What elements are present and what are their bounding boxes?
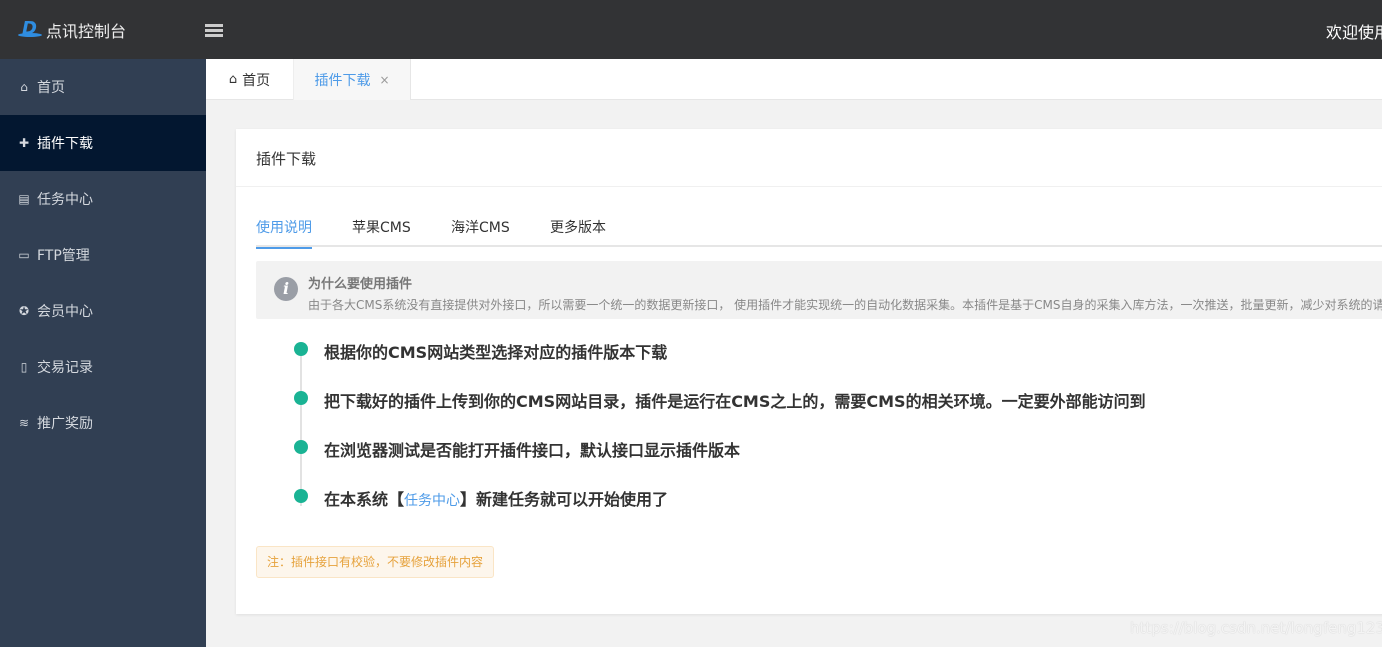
brand-logo[interactable]: 点讯控制台 [18, 18, 126, 42]
task-center-link[interactable]: 任务中心 [404, 493, 460, 509]
info-text: 由于各大CMS系统没有直接提供对外接口，所以需要一个统一的数据更新接口， 使用插… [308, 298, 1382, 312]
close-icon[interactable]: × [379, 73, 389, 87]
warning-note: 注：插件接口有校验，不要修改插件内容 [256, 546, 495, 578]
step-dot [294, 440, 308, 454]
steps-timeline: 根据你的CMS网站类型选择对应的插件版本下载 把下载好的插件上传到你的CMS网站… [292, 339, 1146, 535]
step-dot [294, 391, 308, 405]
step-item: 把下载好的插件上传到你的CMS网站目录，插件是运行在CMS之上的，需要CMS的相… [292, 388, 1146, 437]
step-dot [294, 489, 308, 503]
plugin-card: 插件下载 使用说明 苹果CMS 海洋CMS 更多版本 i 为什么要使用插件 由于… [236, 129, 1382, 614]
home-icon: ⌂ [228, 72, 238, 87]
step-item: 在本系统【任务中心】新建任务就可以开始使用了 [292, 486, 1146, 535]
sidebar-item-task-center[interactable]: ▤ 任务中心 [0, 171, 206, 227]
tab-home[interactable]: ⌂ 首页 [206, 59, 294, 100]
info-box: i 为什么要使用插件 由于各大CMS系统没有直接提供对外接口，所以需要一个统一的… [256, 261, 1382, 319]
top-header: 点讯控制台 欢迎使用 [0, 0, 1382, 59]
info-title: 为什么要使用插件 [308, 277, 413, 292]
subtab-apple-cms[interactable]: 苹果CMS [352, 217, 411, 247]
subtabs: 使用说明 苹果CMS 海洋CMS 更多版本 [256, 207, 1382, 249]
sidebar-item-transactions[interactable]: ▯ 交易记录 [0, 339, 206, 395]
sidebar-item-rewards[interactable]: ≋ 推广奖励 [0, 395, 206, 451]
brand-name: 点讯控制台 [46, 22, 127, 41]
info-icon: i [274, 277, 298, 301]
step-item: 在浏览器测试是否能打开插件接口，默认接口显示插件版本 [292, 437, 1146, 486]
clipboard-icon: ▤ [18, 191, 30, 206]
subtab-ocean-cms[interactable]: 海洋CMS [451, 217, 510, 247]
subtab-more-versions[interactable]: 更多版本 [550, 217, 606, 247]
coins-icon: ≋ [18, 415, 30, 430]
welcome-text: 欢迎使用 [1326, 23, 1382, 42]
watermark: https://blog.csdn.net/longfeng1234 [1130, 619, 1382, 637]
award-icon: ✪ [18, 303, 30, 318]
sidebar-item-plugin-download[interactable]: ✚ 插件下载 [0, 115, 206, 171]
sidebar-item-member[interactable]: ✪ 会员中心 [0, 283, 206, 339]
tab-plugin-download[interactable]: 插件下载 × [294, 59, 411, 100]
sidebar: ⌂ 首页 ✚ 插件下载 ▤ 任务中心 ▭ FTP管理 ✪ 会员中心 ▯ 交易记录 ≋ 推广奖励 [0, 59, 206, 647]
book-icon: ▯ [20, 359, 28, 374]
card-title: 插件下载 [236, 129, 1382, 187]
puzzle-icon: ✚ [18, 135, 30, 150]
page-tabs: ⌂ 首页 插件下载 × [206, 59, 1382, 100]
step-item: 根据你的CMS网站类型选择对应的插件版本下载 [292, 339, 1146, 388]
sidebar-item-ftp[interactable]: ▭ FTP管理 [0, 227, 206, 283]
hdd-icon: ▭ [18, 247, 30, 262]
logo-d-icon [18, 18, 42, 39]
home-icon: ⌂ [20, 79, 28, 94]
subtab-usage[interactable]: 使用说明 [256, 217, 312, 249]
step-dot [294, 342, 308, 356]
menu-fold-icon[interactable] [205, 24, 223, 38]
sidebar-item-home[interactable]: ⌂ 首页 [0, 59, 206, 115]
